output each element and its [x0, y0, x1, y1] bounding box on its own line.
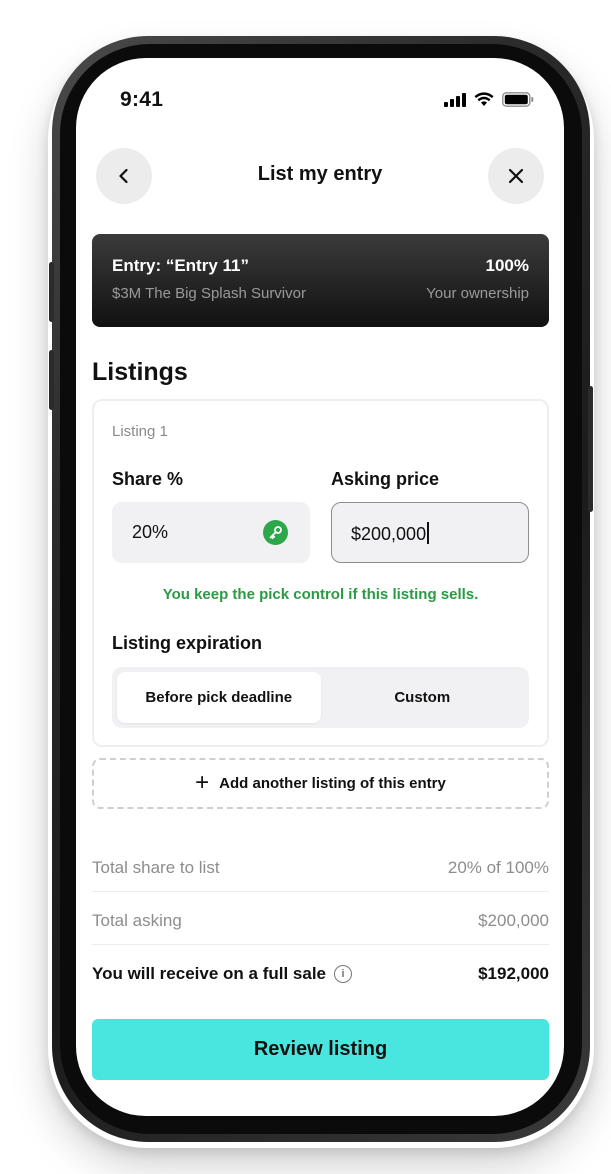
expiration-segmented-control: Before pick deadline Custom	[112, 667, 529, 728]
listings-section-title: Listings	[92, 358, 188, 386]
share-label: Share %	[112, 469, 184, 489]
asking-price-label: Asking price	[331, 469, 440, 489]
side-button-right	[588, 386, 593, 512]
add-listing-label: Add another listing of this entry	[219, 775, 446, 792]
plus-icon: +	[195, 768, 210, 796]
expiration-option-before-deadline[interactable]: Before pick deadline	[117, 672, 321, 723]
entry-subtitle: $3M The Big Splash Survivor	[112, 285, 306, 302]
expiration-label: Listing expiration	[112, 633, 263, 653]
share-value: 20%	[132, 522, 169, 542]
pick-control-note: You keep the pick control if this listin…	[162, 586, 479, 603]
ownership-value: 100%	[485, 256, 529, 275]
add-listing-button[interactable]: + Add another listing of this entry	[92, 758, 549, 809]
review-listing-button[interactable]: Review listing	[92, 1019, 549, 1080]
summary-receive-row: You will receive on a full sale i $192,0…	[92, 964, 549, 984]
key-icon	[263, 520, 288, 545]
summary-total-asking-row: Total asking $200,000	[92, 911, 549, 931]
phone-screen: 9:41 List my entry Entry: “Entry 11” 100…	[76, 58, 564, 1116]
info-icon[interactable]: i	[334, 965, 352, 983]
signal-icon	[444, 92, 466, 107]
total-share-value: 20% of 100%	[447, 858, 549, 877]
side-button-left-1	[49, 262, 54, 322]
entry-title: Entry: “Entry 11”	[112, 256, 249, 275]
text-cursor	[427, 522, 430, 544]
summary-total-share-row: Total share to list 20% of 100%	[92, 858, 549, 878]
wifi-icon	[474, 92, 494, 106]
summary-divider	[92, 944, 549, 945]
share-input[interactable]: 20%	[112, 502, 310, 563]
ownership-label: Your ownership	[426, 285, 529, 302]
receive-label-group: You will receive on a full sale i	[92, 964, 352, 984]
receive-value: $192,000	[478, 964, 549, 983]
close-icon	[508, 168, 524, 184]
summary-divider	[92, 891, 549, 892]
battery-icon	[502, 92, 534, 107]
total-asking-label: Total asking	[92, 911, 182, 930]
status-time: 9:41	[120, 88, 164, 111]
close-button[interactable]	[488, 148, 544, 204]
listing-card: Listing 1 Share % Asking price 20% $200,…	[92, 399, 549, 747]
side-button-left-2	[49, 350, 54, 410]
total-asking-value: $200,000	[478, 911, 549, 930]
expiration-option-custom[interactable]: Custom	[321, 672, 525, 723]
asking-price-input[interactable]: $200,000	[331, 502, 529, 563]
entry-card: Entry: “Entry 11” 100% $3M The Big Splas…	[92, 234, 549, 327]
total-share-label: Total share to list	[92, 858, 220, 877]
listing-number: Listing 1	[112, 423, 168, 440]
status-icons	[444, 92, 534, 107]
asking-price-value: $200,000	[351, 524, 427, 544]
receive-label: You will receive on a full sale	[92, 964, 326, 983]
